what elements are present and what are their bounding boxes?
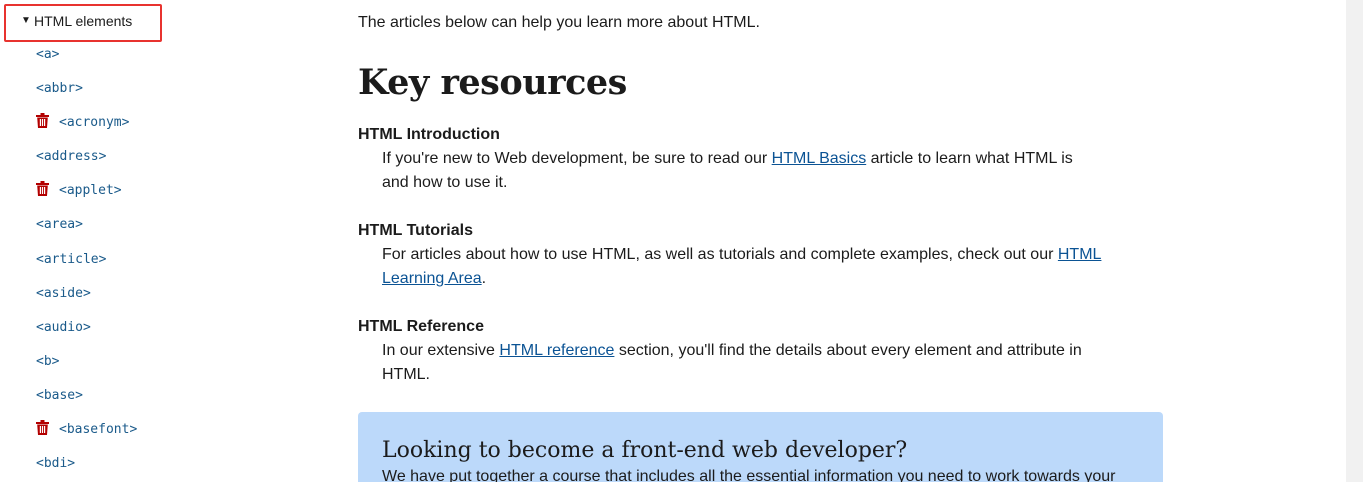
- sidebar-item-bdi[interactable]: <bdi>: [0, 447, 137, 481]
- resource-desc-tutorials: For articles about how to use HTML, as w…: [382, 243, 1102, 291]
- sidebar-section-title: HTML elements: [34, 13, 133, 29]
- sidebar-item-label: <applet>: [59, 183, 122, 199]
- sidebar-item-label: <base>: [36, 387, 83, 403]
- resource-term-reference: HTML Reference: [358, 318, 484, 335]
- sidebar-item-label: <article>: [36, 251, 107, 267]
- sidebar-item-basefont[interactable]: <basefont>: [0, 413, 137, 447]
- sidebar-item-a[interactable]: <a>: [0, 38, 137, 72]
- sidebar-item-aside[interactable]: <aside>: [0, 277, 137, 311]
- sidebar-item-applet[interactable]: <applet>: [0, 174, 137, 208]
- html-reference-link[interactable]: HTML reference: [499, 342, 614, 359]
- page-heading: Key resources: [358, 62, 627, 103]
- resource-desc-reference: In our extensive HTML reference section,…: [382, 339, 1102, 387]
- sidebar-item-label: <address>: [36, 149, 107, 165]
- sidebar-item-audio[interactable]: <audio>: [0, 311, 137, 345]
- trash-icon: [36, 415, 49, 436]
- vertical-scrollbar[interactable]: [1346, 0, 1363, 482]
- trash-icon: [36, 176, 49, 197]
- sidebar-item-article[interactable]: <article>: [0, 243, 137, 277]
- sidebar-item-label: <area>: [36, 217, 83, 233]
- sidebar-item-label: <audio>: [36, 319, 91, 335]
- page: ▼ HTML elements <a> <abbr> <acronym> <ad…: [0, 0, 1363, 482]
- resource-desc-text: For articles about how to use HTML, as w…: [382, 246, 1058, 263]
- callout-box: Looking to become a front-end web develo…: [358, 412, 1163, 482]
- sidebar-item-label: <aside>: [36, 285, 91, 301]
- scrollbar-thumb[interactable]: [1348, 2, 1361, 30]
- resource-desc-introduction: If you're new to Web development, be sur…: [382, 147, 1102, 195]
- resource-term-introduction: HTML Introduction: [358, 126, 500, 143]
- caret-down-icon: ▼: [21, 15, 31, 26]
- sidebar-item-label: <bdi>: [36, 456, 76, 472]
- sidebar-item-b[interactable]: <b>: [0, 345, 137, 379]
- sidebar-item-area[interactable]: <area>: [0, 208, 137, 242]
- resource-desc-text: .: [481, 270, 487, 287]
- sidebar-item-abbr[interactable]: <abbr>: [0, 72, 137, 106]
- sidebar-item-acronym[interactable]: <acronym>: [0, 106, 137, 140]
- intro-text: The articles below can help you learn mo…: [358, 14, 760, 31]
- sidebar-item-label: <abbr>: [36, 81, 83, 97]
- sidebar-nav-list: <a> <abbr> <acronym> <address> <applet> …: [0, 38, 137, 481]
- html-basics-link[interactable]: HTML Basics: [772, 150, 867, 167]
- trash-icon: [36, 108, 49, 129]
- sidebar-item-label: <a>: [36, 47, 60, 62]
- sidebar-item-label: <acronym>: [59, 115, 130, 131]
- sidebar: ▼ HTML elements <a> <abbr> <acronym> <ad…: [0, 0, 330, 482]
- sidebar-item-label: <b>: [36, 353, 60, 369]
- resource-desc-text: In our extensive: [382, 342, 500, 359]
- sidebar-item-base[interactable]: <base>: [0, 379, 137, 413]
- callout-title: Looking to become a front-end web develo…: [382, 438, 908, 463]
- sidebar-item-address[interactable]: <address>: [0, 140, 137, 174]
- callout-text: We have put together a course that inclu…: [382, 468, 1116, 482]
- sidebar-section-toggle[interactable]: ▼ HTML elements: [4, 4, 162, 42]
- resource-desc-text: If you're new to Web development, be sur…: [382, 150, 772, 167]
- sidebar-item-label: <basefont>: [59, 422, 138, 438]
- resource-term-tutorials: HTML Tutorials: [358, 222, 473, 239]
